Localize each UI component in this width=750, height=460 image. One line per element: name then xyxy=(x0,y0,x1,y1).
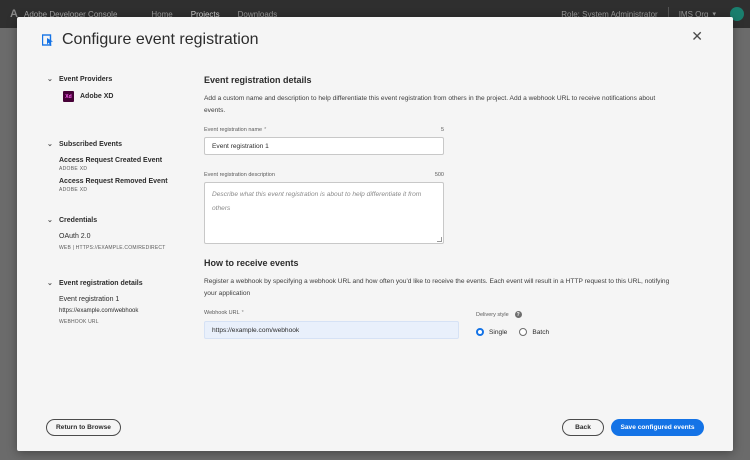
event-title: Access Request Created Event xyxy=(59,157,163,164)
receive-events-description: Register a webhook by specifying a webho… xyxy=(204,278,670,297)
modal-title: Configure event registration xyxy=(62,31,259,48)
modal-header: Configure event registration xyxy=(42,31,259,49)
registration-url: https://example.com/webhook xyxy=(59,308,139,314)
registration-description-input[interactable]: Describe what this event registration is… xyxy=(204,182,444,244)
description-field-label: Event registration description xyxy=(204,172,275,178)
credential-name: OAuth 2.0 xyxy=(59,233,91,240)
sidebar-credentials: ⌄ Credentials OAuth 2.0 WEB | HTTPS://EX… xyxy=(47,216,187,252)
sidebar-subscribed-events: ⌄ Subscribed Events Access Request Creat… xyxy=(47,140,187,194)
event-provider: ADOBE XD xyxy=(59,166,88,172)
section-header[interactable]: ⌄ Credentials xyxy=(47,216,187,225)
resize-handle[interactable] xyxy=(437,237,442,242)
event-provider: ADOBE XD xyxy=(59,187,88,193)
radio-button-selected[interactable] xyxy=(476,328,484,336)
section-heading: Event registration details xyxy=(59,279,143,287)
back-button[interactable]: Back xyxy=(562,419,604,436)
adobe-xd-icon: Xd xyxy=(63,91,74,102)
description-char-counter: 500 xyxy=(434,172,444,178)
sidebar-event-providers: ⌄ Event Providers Xd Adobe XD xyxy=(47,75,187,102)
name-char-counter: 5 xyxy=(440,127,444,133)
delivery-style-label: Delivery style ? xyxy=(476,311,522,318)
description-placeholder: Describe what this event registration is… xyxy=(212,191,422,212)
delivery-label-text: Delivery style xyxy=(476,311,509,318)
radio-batch[interactable]: Batch xyxy=(519,328,549,336)
required-marker: * xyxy=(241,310,244,316)
required-marker: * xyxy=(264,127,267,133)
section-header[interactable]: ⌄ Subscribed Events xyxy=(47,140,187,149)
webhook-field-label: Webhook URL * xyxy=(204,310,244,316)
details-description: Add a custom name and description to hel… xyxy=(204,95,656,114)
webhook-label-text: Webhook URL xyxy=(204,310,240,316)
chevron-down-icon[interactable]: ⌄ xyxy=(47,216,55,224)
radio-label: Batch xyxy=(532,328,550,336)
receive-events-title: How to receive events xyxy=(204,258,299,268)
radio-single[interactable]: Single xyxy=(476,328,507,336)
registration-name-input[interactable]: Event registration 1 xyxy=(204,137,444,155)
help-icon[interactable]: ? xyxy=(514,311,522,318)
webhook-url-input[interactable]: https://example.com/webhook xyxy=(204,321,459,339)
event-icon xyxy=(42,34,53,46)
configure-event-modal: Configure event registration ✕ ⌄ Event P… xyxy=(17,17,733,451)
registration-name: Event registration 1 xyxy=(59,296,120,303)
section-heading: Credentials xyxy=(59,216,98,224)
chevron-down-icon[interactable]: ⌄ xyxy=(47,140,55,148)
registration-url-label: WEBHOOK URL xyxy=(59,319,99,325)
name-label-text: Event registration name xyxy=(204,127,263,133)
event-title: Access Request Removed Event xyxy=(59,178,168,185)
chevron-down-icon[interactable]: ⌄ xyxy=(47,279,55,287)
list-item: Access Request Removed Event ADOBE XD xyxy=(59,178,187,193)
save-configured-events-button[interactable]: Save configured events xyxy=(611,419,704,436)
section-heading: Event Providers xyxy=(59,75,113,83)
section-header[interactable]: ⌄ Event registration details xyxy=(47,279,187,288)
list-item: Access Request Created Event ADOBE XD xyxy=(59,157,187,172)
name-field-label: Event registration name * xyxy=(204,127,266,133)
close-icon[interactable]: ✕ xyxy=(691,28,703,45)
delivery-style-radio-group: Single Batch xyxy=(476,328,561,336)
return-to-browse-button[interactable]: Return to Browse xyxy=(46,419,121,436)
provider-item: Xd Adobe XD xyxy=(63,91,187,102)
radio-label: Single xyxy=(489,328,508,336)
radio-button[interactable] xyxy=(519,328,528,336)
chevron-down-icon[interactable]: ⌄ xyxy=(47,75,55,83)
section-header[interactable]: ⌄ Event Providers xyxy=(47,75,187,84)
sidebar-registration-details: ⌄ Event registration details Event regis… xyxy=(47,279,187,326)
details-title: Event registration details xyxy=(204,75,312,85)
provider-label: Adobe XD xyxy=(80,93,114,100)
section-heading: Subscribed Events xyxy=(59,140,123,148)
credential-detail: WEB | HTTPS://EXAMPLE.COM/REDIRECT xyxy=(59,245,166,251)
